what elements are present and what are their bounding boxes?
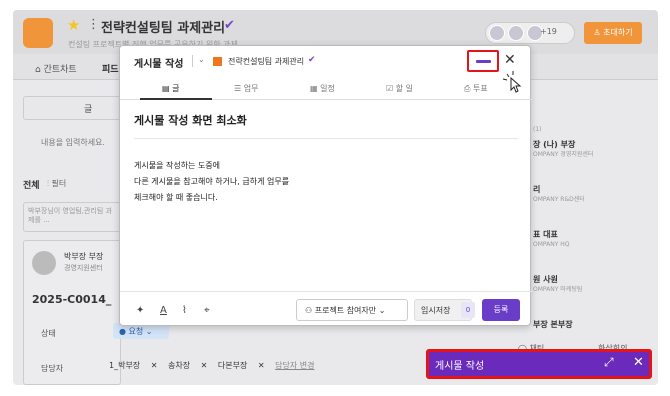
- assignee-list: 1_박부장 ✕ 송차장 ✕ 다본부장 ✕ 담당자 변경: [109, 360, 322, 376]
- post-input[interactable]: 내용을 입력하세요.: [23, 132, 121, 156]
- tab-task[interactable]: ☰ 업무: [234, 83, 258, 94]
- text-format-icon[interactable]: A: [160, 305, 167, 316]
- filter-all[interactable]: 전체: [23, 178, 40, 191]
- body-line: 다른 게시물을 참고해야 하거나, 급하게 업무를: [134, 177, 290, 186]
- expand-icon[interactable]: ⤢: [604, 355, 614, 370]
- member-company: OMPANY 경영지원센터: [533, 151, 594, 158]
- post-code: 2025-C0014_: [32, 293, 112, 306]
- close-button[interactable]: ✕: [504, 52, 516, 68]
- star-icon[interactable]: ★: [67, 16, 80, 34]
- more-icon[interactable]: ⋮: [87, 17, 100, 32]
- ai-sparkle-icon[interactable]: ✦: [136, 305, 144, 316]
- write-post-button[interactable]: 글: [23, 96, 121, 120]
- tab-post[interactable]: ▤ 글: [162, 83, 179, 94]
- attachment-icon[interactable]: ⌇: [182, 305, 187, 316]
- submit-button[interactable]: 등록: [482, 299, 520, 321]
- member-company: OMPANY HQ: [533, 241, 570, 248]
- chevron-down-icon[interactable]: ⌄: [198, 55, 205, 64]
- assignee-label: 담당자: [41, 364, 64, 373]
- member-name[interactable]: 리: [533, 185, 658, 195]
- body-line: 게시물을 작성하는 도중에: [134, 161, 221, 170]
- tab-vote[interactable]: ⎙ 투표: [464, 83, 488, 94]
- divider: [192, 55, 193, 67]
- minimize-button[interactable]: [476, 60, 491, 63]
- minimized-title: 게시물 작성: [435, 361, 485, 372]
- post-title-field[interactable]: 게시물 작성 화면 최소화: [134, 112, 247, 128]
- verified-icon: ✔: [224, 18, 235, 33]
- assignee-chip[interactable]: 다본부장 ✕: [218, 361, 265, 370]
- member-count: +19: [540, 27, 557, 36]
- project-selector[interactable]: 전략컨설팅팀 과제관리: [228, 56, 304, 67]
- post-body-field[interactable]: 게시물을 작성하는 도중에 다른 게시물을 참고해야 하거나, 급하게 업무를 …: [134, 158, 289, 206]
- project-color-icon: [213, 57, 222, 66]
- minimized-compose-bar[interactable]: 게시물 작성 ⤢ ✕: [426, 349, 652, 379]
- draft-count: 0: [461, 302, 475, 318]
- project-logo: [23, 18, 53, 48]
- member-name[interactable]: 부장 본부장: [533, 320, 658, 330]
- filter-button[interactable]: ⫶ 필터: [47, 178, 66, 189]
- member-company: OMPANY 마케팅팀: [533, 286, 583, 293]
- member-name[interactable]: 원 사원: [533, 275, 658, 285]
- post-compose-modal: 게시물 작성 ⌄ 전략컨설팅팀 과제관리 ✔ ✕ ▤ 글 ☰ 업무 ▦ 일정 ☑…: [119, 45, 532, 327]
- close-icon[interactable]: ✕: [633, 355, 644, 370]
- add-user-icon: ♙: [593, 28, 604, 37]
- post-type-tabs: ▤ 글 ☰ 업무 ▦ 일정 ☑ 할 일 ⎙ 투표: [120, 78, 532, 100]
- tab-schedule[interactable]: ▦ 일정: [310, 83, 335, 94]
- invite-button[interactable]: ♙ 초대하기: [584, 22, 642, 44]
- member-company: OMPANY R&D센터: [533, 196, 585, 203]
- avatar: [32, 251, 56, 275]
- tab-todo[interactable]: ☑ 할 일: [386, 83, 413, 94]
- member-name[interactable]: 장 (나) 부장: [533, 140, 658, 150]
- assignee-chip[interactable]: 1_박부장 ✕: [109, 361, 157, 370]
- modal-footer: ✦ A ⌇ ⌖ ⚇ 프로젝트 참여자만 ⌄ 임시저장 0 등록: [120, 291, 532, 327]
- notice-text: 박부장님이 영업팀,관리팀 과제를 ...: [23, 202, 121, 232]
- tab-gantt[interactable]: ⌂ 간트차트: [35, 62, 77, 75]
- tab-feed[interactable]: 피드: [102, 62, 119, 75]
- member-name[interactable]: 표 대표: [533, 230, 658, 240]
- project-title: 전략컨설팅팀 과제관리: [101, 21, 226, 36]
- member-avatars[interactable]: [485, 22, 575, 44]
- member-count-label: (1): [533, 126, 542, 133]
- divider: [134, 138, 518, 139]
- visibility-select[interactable]: ⚇ 프로젝트 참여자만 ⌄: [296, 299, 408, 321]
- status-label: 상태: [41, 329, 56, 338]
- modal-title: 게시물 작성: [134, 59, 184, 70]
- post-dept: 경영지원센터: [64, 264, 103, 272]
- active-tab-indicator: [140, 98, 212, 100]
- location-icon[interactable]: ⌖: [204, 305, 210, 316]
- verified-icon: ✔: [308, 55, 316, 65]
- body-line: 체크해야 할 때 좋습니다.: [134, 193, 218, 202]
- assignee-change-link[interactable]: 담당자 변경: [275, 361, 314, 370]
- member-panel: (1) 장 (나) 부장 OMPANY 경영지원센터 리 OMPANY R&D센…: [533, 125, 658, 330]
- feed-column: 글 내용을 입력하세요. 전체 ⫶ 필터 박부장님이 영업팀,관리팀 과제를 .…: [23, 92, 123, 385]
- post-author: 박부장 부장: [64, 252, 104, 261]
- post-card: 박부장 부장 경영지원센터 2025-C0014_: [23, 240, 121, 385]
- assignee-chip[interactable]: 송차장 ✕: [168, 361, 207, 370]
